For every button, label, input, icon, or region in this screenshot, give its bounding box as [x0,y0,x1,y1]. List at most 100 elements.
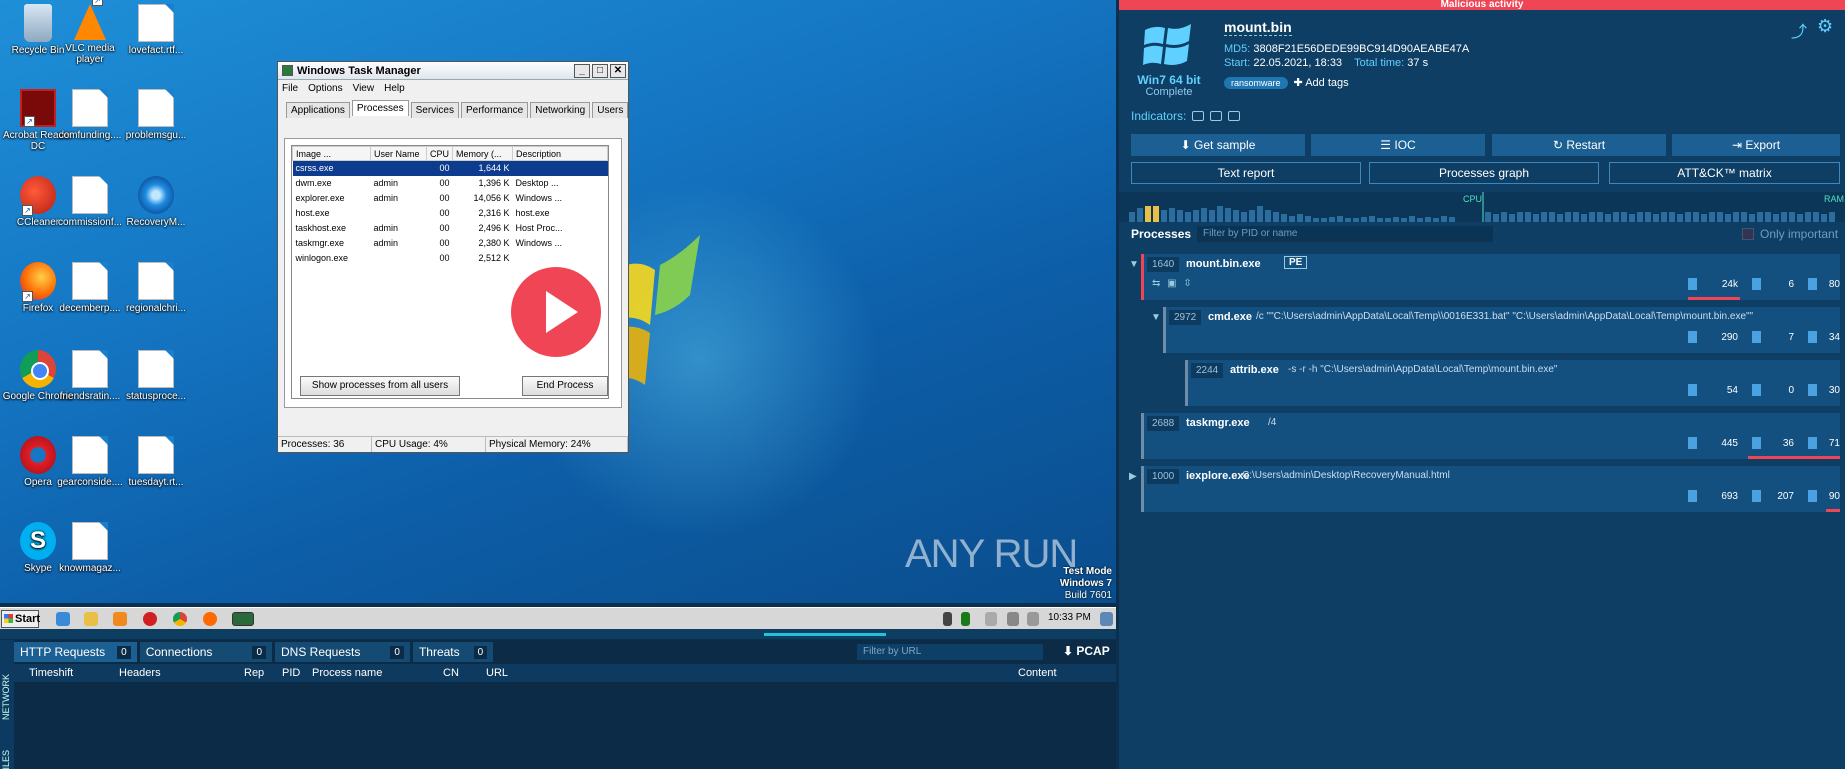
pcap-download-button[interactable]: ⬇ PCAP [1063,644,1110,658]
process-row-2688[interactable]: 2688 taskmgr.exe /4 445 36 71 [1141,413,1840,459]
process-row-2244[interactable]: 2244 attrib.exe -s -r -h "C:\Users\admin… [1185,360,1840,406]
processes-graph-button[interactable]: Processes graph [1369,162,1599,184]
text-report-button[interactable]: Text report [1131,162,1361,184]
process-row-1000[interactable]: 1000 iexplore.exe C:\Users\admin\Desktop… [1141,466,1840,512]
minimize-button[interactable]: _ [574,63,590,78]
desktop-icon-regionalchri[interactable]: regionalchri... [118,262,194,314]
end-process-button[interactable]: End Process [522,376,608,396]
task-manager-window[interactable]: Windows Task Manager _ □ ✕ File Options … [277,61,629,453]
registry-icon [1808,331,1817,343]
document-icon [72,350,108,388]
menu-options[interactable]: Options [308,83,342,94]
table-row[interactable]: taskmgr.exe admin 00 2,380 K Windows ... [293,236,608,251]
table-row[interactable]: winlogon.exe 00 2,512 K [293,251,608,266]
flag-icon[interactable] [1007,612,1019,626]
ioc-button[interactable]: ☰ IOC [1311,134,1485,156]
col-cpu[interactable]: CPU [425,146,454,161]
col-image-name[interactable]: Image ... [292,146,371,161]
col-memory[interactable]: Memory (... [452,146,514,161]
vm-desktop[interactable]: Recycle Bin ↗ VLC media player lovefact.r… [0,0,1116,603]
desktop-icon-gearconside[interactable]: gearconside.... [52,436,128,488]
verdict-banner: Malicious activity [1119,0,1845,10]
desktop-icon-decemberp[interactable]: decemberp.... [52,262,128,314]
url-filter-input[interactable]: Filter by URL [857,644,1043,660]
desktop-icon-problemsgu[interactable]: problemsgu... [118,89,194,141]
tab-networking[interactable]: Networking [530,102,591,118]
tag-ransomware[interactable]: ransomware [1224,76,1288,89]
desktop-icon-vlc[interactable]: ↗ VLC media player [52,0,128,65]
tab-http-requests[interactable]: HTTP Requests 0 [14,642,137,662]
col-description[interactable]: Description [512,146,608,161]
menu-help[interactable]: Help [384,83,405,94]
firefox-taskbar-icon[interactable] [203,612,217,626]
network-icon[interactable] [1027,612,1039,626]
gear-icon[interactable]: ⚙ [1817,16,1833,37]
tray-app-icon[interactable] [961,612,970,626]
get-sample-button[interactable]: ⬇ Get sample [1131,134,1305,156]
files-indicator-icon[interactable] [1228,111,1241,121]
checkbox-icon[interactable] [1742,228,1754,240]
table-row[interactable]: taskhost.exe admin 00 2,496 K Host Proc... [293,221,608,236]
process-row-1640[interactable]: 1640 mount.bin.exe PE ⇆ ▣ ⇳ 24k 6 80 [1141,254,1840,300]
desktop-icon-commissionf[interactable]: commissionf... [52,176,128,228]
tab-dns-requests[interactable]: DNS Requests 0 [275,642,410,662]
export-button[interactable]: ⇥ Export [1672,134,1840,156]
side-tab-files[interactable]: FILES [1,750,11,769]
collapse-chevron-icon[interactable]: ▼ [1129,259,1139,270]
download-icon: ⬇ [1180,138,1195,152]
taskmgr-taskbar-icon[interactable] [232,612,254,626]
table-row[interactable]: csrss.exe 00 1,644 K [292,160,608,176]
taskbar-clock[interactable]: 10:33 PM [1048,612,1091,623]
play-button[interactable] [511,267,601,357]
menu-file[interactable]: File [282,83,298,94]
tab-threats[interactable]: Threats 0 [412,642,494,662]
restart-button[interactable]: ↻ Restart [1492,134,1666,156]
desktop-icon-friendsratin[interactable]: friendsratin.... [52,350,128,402]
opera-taskbar-icon[interactable] [143,612,157,626]
process-filter-input[interactable]: Filter by PID or name [1197,226,1493,242]
start-button[interactable]: Start [1,610,40,628]
chrome-taskbar-icon[interactable] [173,612,187,626]
tab-processes[interactable]: Processes [351,100,409,116]
tab-users[interactable]: Users [592,102,629,118]
show-desktop-icon[interactable] [1100,612,1113,626]
tab-services[interactable]: Services [410,102,459,118]
share-icon[interactable]: ⤴ [1791,18,1807,42]
desktop-icon-lovefact[interactable]: lovefact.rtf... [118,4,194,56]
file-name[interactable]: mount.bin [1224,19,1292,36]
collapse-chevron-icon[interactable]: ▼ [1151,312,1161,323]
attack-matrix-button[interactable]: ATT&CK™ matrix [1609,162,1840,184]
col-user-name[interactable]: User Name [370,146,427,161]
expand-chevron-icon[interactable]: ▶ [1129,471,1137,482]
tab-performance[interactable]: Performance [460,102,529,118]
tray-expand-icon[interactable] [943,612,952,626]
maximize-button[interactable]: □ [592,63,608,78]
desktop-icon-tuesdayt[interactable]: tuesdayt.rt... [118,436,194,488]
volume-icon[interactable] [985,612,997,626]
task-manager-titlebar[interactable]: Windows Task Manager _ □ ✕ [278,62,628,80]
desktop-icon-knowmagaz[interactable]: knowmagaz... [52,522,128,574]
process-row-2972[interactable]: 2972 cmd.exe /c ""C:\Users\admin\AppData… [1163,307,1840,353]
desktop-icon-comfunding[interactable]: comfunding.... [52,89,128,141]
add-tags-button[interactable]: ✚ Add tags [1294,76,1349,89]
table-row[interactable]: dwm.exe admin 00 1,396 K Desktop ... [293,176,608,191]
show-all-processes-button[interactable]: Show processes from all users [300,376,460,396]
desktop-icon-recoverym[interactable]: RecoveryM... [118,176,194,228]
table-row[interactable]: explorer.exe admin 00 14,056 K Windows ... [293,191,608,206]
table-row[interactable]: host.exe 00 2,316 Khost.exe [293,206,608,221]
media-player-taskbar-icon[interactable] [113,612,127,626]
close-button[interactable]: ✕ [610,63,626,78]
process-indicator-icon[interactable] [1210,111,1223,121]
tab-applications[interactable]: Applications [286,102,350,118]
desktop-icon-statusproce[interactable]: statusproce... [118,350,194,402]
process-args: /c ""C:\Users\admin\AppData\Local\Temp\\… [1256,311,1754,322]
network-indicator-icon[interactable] [1192,111,1205,121]
explorer-taskbar-icon[interactable] [84,612,98,626]
pe-badge: PE [1284,256,1308,269]
side-tab-network[interactable]: NETWORK [1,674,11,720]
process-pid: 1640 [1147,257,1180,272]
menu-view[interactable]: View [353,83,375,94]
tab-connections[interactable]: Connections 0 [139,642,272,662]
only-important-toggle[interactable]: Only important [1742,227,1838,241]
ie-taskbar-icon[interactable] [56,612,70,626]
